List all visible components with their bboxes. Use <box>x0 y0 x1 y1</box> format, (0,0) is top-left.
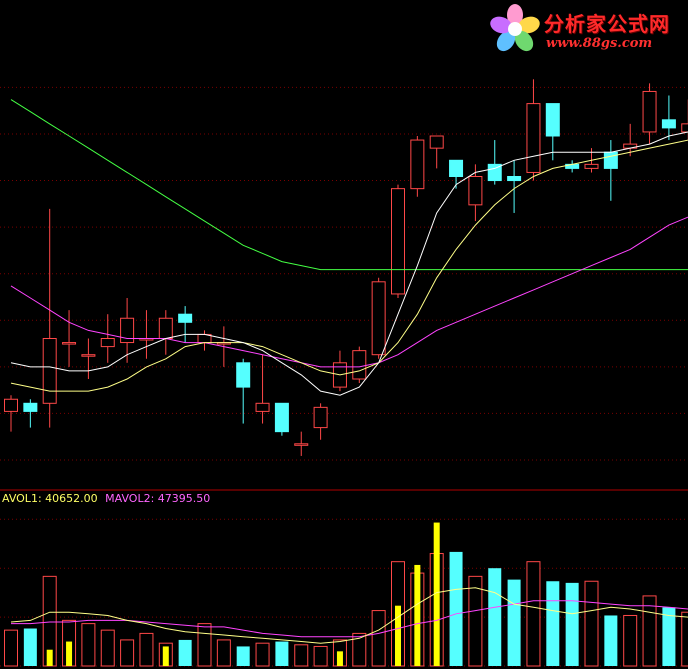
candle-body <box>681 123 688 133</box>
volume-bar-highlight <box>66 641 73 666</box>
volume-bar <box>139 632 154 667</box>
candle-body <box>352 350 367 380</box>
volume-bar-highlight <box>414 564 421 666</box>
candle-body <box>603 151 618 169</box>
candle-body <box>255 402 270 412</box>
volume-bar-highlight <box>395 605 401 666</box>
volume-bar <box>294 644 309 667</box>
volume-bar <box>681 611 688 667</box>
candle-body <box>294 443 309 446</box>
candle-body <box>178 313 193 323</box>
stock-chart <box>0 79 688 667</box>
volume-bar <box>604 615 618 666</box>
candle-body <box>507 176 522 182</box>
candle-body <box>371 281 386 356</box>
candle-body <box>236 362 251 388</box>
volume-bar <box>313 645 328 667</box>
volume-bar <box>526 561 541 667</box>
logo-url: www.88gs.com <box>546 36 653 51</box>
logo-title: 分析家公式网 <box>544 12 670 36</box>
volume-bar <box>23 628 37 666</box>
flower-logo-icon <box>490 4 540 52</box>
candle-body <box>410 139 425 190</box>
volume-bar <box>507 579 521 666</box>
volume-bar <box>584 580 599 667</box>
volume-bar <box>236 646 250 666</box>
candle-body <box>62 342 77 345</box>
candle-body <box>274 402 289 433</box>
volume-bar <box>120 639 135 667</box>
volume-bar <box>468 575 483 667</box>
ma-longest-line <box>10 99 688 271</box>
candle-body <box>42 338 57 404</box>
site-logo[interactable]: 分析家公式网 www.88gs.com <box>488 2 686 58</box>
volume-bar <box>4 629 18 667</box>
candle-body <box>642 90 657 133</box>
volume-bar-highlight <box>46 649 53 666</box>
ma-mid-line <box>10 139 688 392</box>
volume-bar-highlight <box>162 646 169 666</box>
volume-bar <box>197 623 212 667</box>
volume-bar <box>81 623 96 667</box>
candle-body <box>545 103 560 137</box>
volume-bar <box>216 639 231 667</box>
candle-body <box>526 103 541 173</box>
candle-body <box>100 338 115 348</box>
volume-legend: AVOL1: 40652.00 MAVOL2: 47395.50 <box>2 492 214 505</box>
volume-bar <box>565 582 579 666</box>
volume-bar <box>371 610 386 667</box>
volume-bar <box>623 614 638 667</box>
candle-body <box>391 188 405 295</box>
ma-short-line <box>10 131 688 396</box>
volume-bar <box>546 581 560 666</box>
candle-body <box>468 176 483 206</box>
volume-bar <box>255 642 270 667</box>
candle-body <box>4 398 18 412</box>
volume-bar <box>275 641 289 666</box>
candle-body <box>81 354 96 357</box>
volume-bar <box>178 639 192 666</box>
mavol2-label: MAVOL2: 47395.50 <box>105 492 211 505</box>
candle-body <box>429 135 444 149</box>
candle-body <box>661 119 676 129</box>
avol1-label: AVOL1: 40652.00 <box>2 492 98 505</box>
candle-body <box>158 317 173 339</box>
volume-bar <box>449 551 463 666</box>
candle-body <box>584 163 599 169</box>
candle-body <box>23 402 38 412</box>
candle-body <box>449 159 464 178</box>
candle-body <box>313 406 328 429</box>
volume-bar <box>488 568 502 666</box>
volume-bar-highlight <box>336 651 343 666</box>
volume-bar <box>100 629 115 667</box>
